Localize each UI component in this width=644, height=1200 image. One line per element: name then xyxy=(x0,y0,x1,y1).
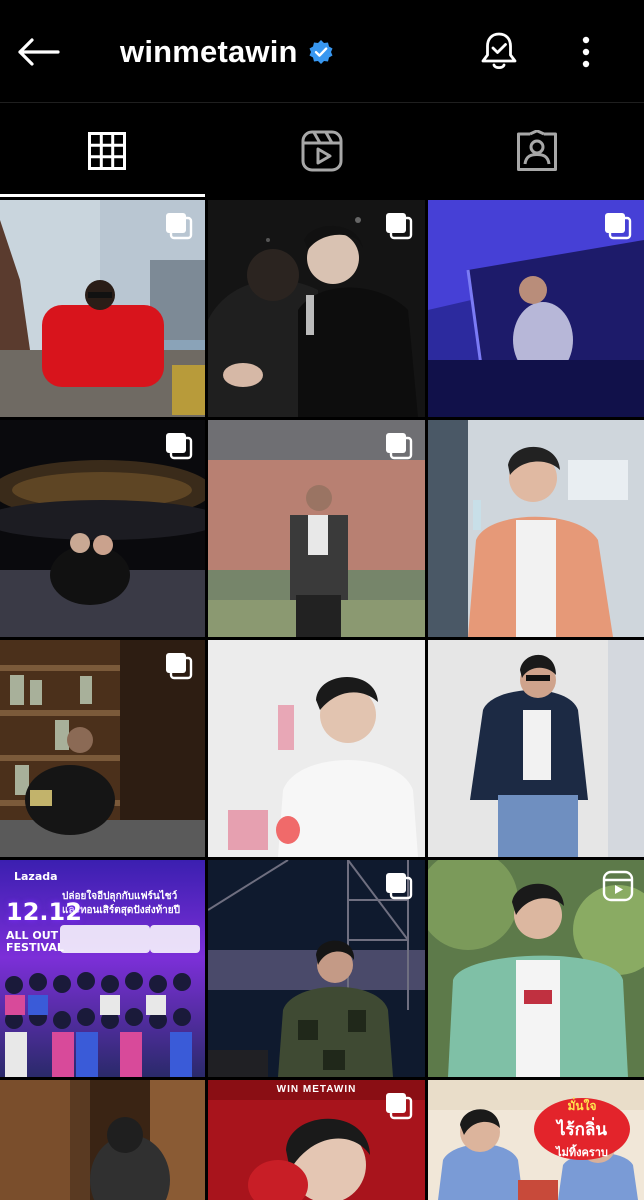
post-thumbnail[interactable]: มั่นใจ ไร้กลิ่น ไม่ทิ้งคราบ xyxy=(428,1080,644,1200)
arrow-left-icon xyxy=(18,38,60,66)
post-thumbnail[interactable] xyxy=(208,200,425,417)
bell-check-icon xyxy=(481,32,517,70)
sticker-line-1: มั่นใจ xyxy=(567,1099,597,1113)
sticker-line-2: ไร้กลิ่น xyxy=(556,1120,607,1139)
promo-big-text: 12.12 xyxy=(6,898,82,926)
carousel-icon xyxy=(166,433,193,460)
carousel-icon xyxy=(166,653,193,680)
carousel-icon xyxy=(386,433,413,460)
post-thumbnail[interactable] xyxy=(0,640,205,857)
post-thumbnail[interactable] xyxy=(208,860,425,1077)
tagged-person-icon xyxy=(517,129,557,171)
back-button[interactable] xyxy=(14,30,62,74)
promo-sticker: มั่นใจ ไร้กลิ่น ไม่ทิ้งคราบ xyxy=(534,1098,630,1160)
tab-tagged[interactable] xyxy=(430,104,644,197)
carousel-icon xyxy=(605,213,632,240)
post-thumbnail[interactable] xyxy=(0,1080,205,1200)
post-thumbnail[interactable]: Lazada ปล่อยใจอีปลุกกับแฟร์นไชว์ และทอนเ… xyxy=(0,860,205,1077)
grid-icon xyxy=(88,131,126,170)
post-thumbnail[interactable] xyxy=(428,200,644,417)
notifications-button[interactable] xyxy=(476,28,522,74)
carousel-icon xyxy=(166,213,193,240)
sticker-line-3: ไม่ทิ้งคราบ xyxy=(556,1147,608,1159)
post-image xyxy=(428,420,644,637)
reels-icon xyxy=(301,130,343,171)
post-thumbnail[interactable] xyxy=(428,860,644,1077)
post-image xyxy=(0,1080,205,1200)
more-options-button[interactable] xyxy=(568,30,604,74)
reel-icon xyxy=(602,870,634,902)
tab-posts[interactable] xyxy=(0,104,214,197)
post-thumbnail[interactable] xyxy=(208,640,425,857)
profile-username: winmetawin xyxy=(120,34,298,69)
profile-header: winmetawin xyxy=(0,0,644,103)
promo-sub-text: ALL OUT FESTIVAL xyxy=(6,929,64,955)
username-group: winmetawin xyxy=(120,30,334,74)
carousel-icon xyxy=(386,1093,413,1120)
promo-brand: Lazada xyxy=(14,870,58,883)
post-thumbnail[interactable] xyxy=(0,200,205,417)
profile-tabs xyxy=(0,104,644,197)
post-thumbnail[interactable] xyxy=(428,420,644,637)
post-image xyxy=(428,640,644,857)
carousel-icon xyxy=(386,873,413,900)
tab-reels[interactable] xyxy=(215,104,429,197)
post-image xyxy=(208,640,425,857)
post-thumbnail[interactable] xyxy=(208,420,425,637)
post-thumbnail[interactable] xyxy=(0,420,205,637)
more-vertical-icon xyxy=(582,36,590,68)
carousel-icon xyxy=(386,213,413,240)
verified-badge-icon xyxy=(309,40,333,64)
posts-grid: Lazada ปล่อยใจอีปลุกกับแฟร์นไชว์ และทอนเ… xyxy=(0,197,644,1200)
post-thumbnail[interactable] xyxy=(428,640,644,857)
post-thumbnail[interactable]: WIN METAWIN xyxy=(208,1080,425,1200)
